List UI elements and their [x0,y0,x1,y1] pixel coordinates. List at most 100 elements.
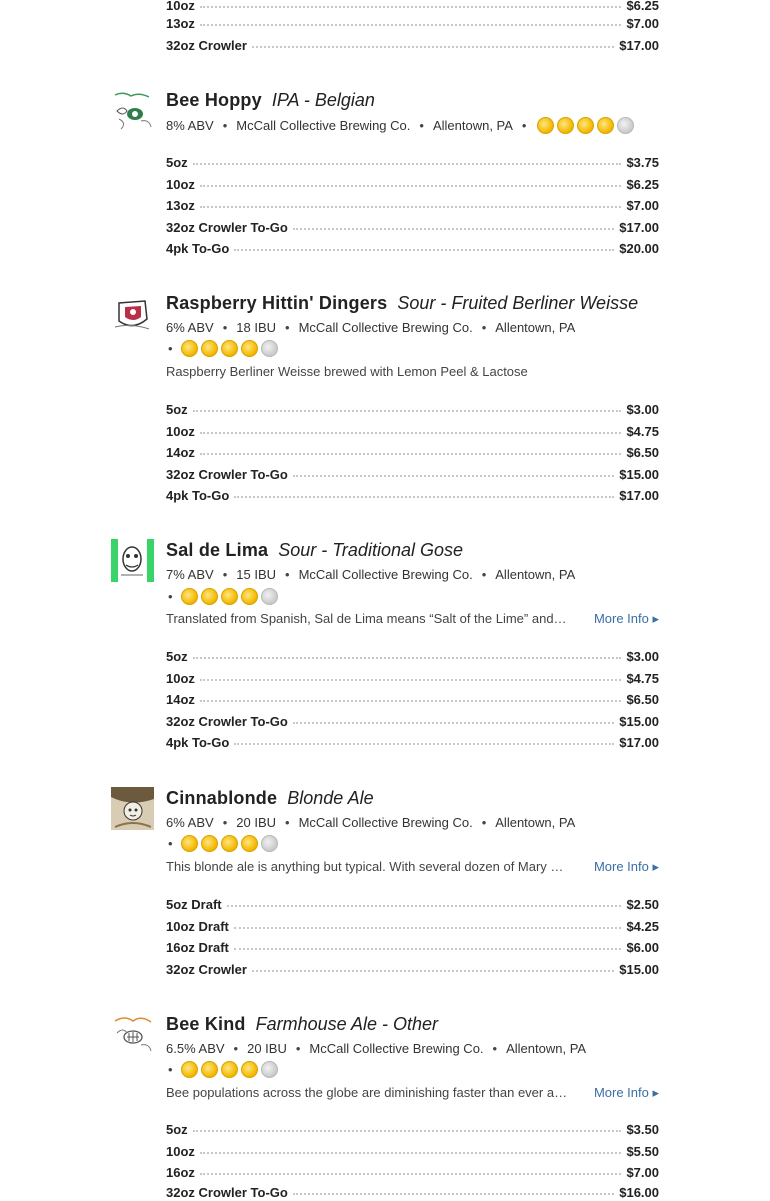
rating [180,835,278,852]
leader-dots [199,1152,622,1154]
beer-label-image[interactable] [111,539,154,582]
rating [180,340,278,357]
rating-line: • [166,835,278,852]
beer-style: Farmhouse Ale - Other [255,1014,439,1034]
rating-coin-full-icon [597,117,615,134]
price-value: $15.00 [619,713,659,729]
rating-line: • [166,1061,278,1078]
more-info-link[interactable]: More Info ▸ [594,1085,659,1101]
brewery-location: Allentown, PA [495,567,576,582]
rating-coin-full-icon [240,588,258,605]
price-value: $6.25 [626,176,659,192]
beer-header: Bee Hoppy IPA - Belgian [166,90,375,111]
price-row: 4pk To-Go $20.00 [166,239,659,257]
raspberry-label-icon [111,293,154,336]
rating-coin-full-icon [200,340,218,357]
rating-coin-full-icon [180,588,198,605]
more-info-link[interactable]: More Info ▸ [594,859,659,875]
price-row: 4pk To-Go $17.00 [166,486,659,504]
price-size: 5oz Draft [166,896,222,912]
rating-line: • [166,340,278,357]
abv: 6.5% ABV [166,1041,225,1056]
beer-label-image[interactable] [111,1013,154,1056]
brewery-location: Allentown, PA [495,815,576,830]
brewery-name: McCall Collective Brewing Co. [236,118,411,133]
price-size: 10oz [166,423,195,439]
beer-label-image[interactable] [111,293,154,336]
rating [180,588,278,605]
beer-style: IPA - Belgian [271,90,375,110]
price-size: 10oz [166,0,195,13]
beer-name[interactable]: Raspberry Hittin' Dingers [166,293,387,314]
beer-name[interactable]: Bee Hoppy [166,90,262,111]
price-row: 10oz $4.75 [166,422,659,440]
rating-coin-full-icon [180,1061,198,1078]
rating-coin-full-icon [220,588,238,605]
price-row: 16oz $7.00 [166,1163,659,1181]
rating-line: • [166,588,278,605]
rating-coin-full-icon [220,340,238,357]
price-value: $15.00 [619,961,659,977]
price-size: 10oz [166,1143,195,1159]
price-value: $7.00 [626,1164,659,1180]
leader-dots [234,743,615,745]
price-size: 32oz Crowler [166,961,247,977]
beer-meta: 8% ABV • McCall Collective Brewing Co. •… [166,117,635,134]
price-size: 32oz Crowler To-Go [166,466,288,482]
brewery-location: Allentown, PA [495,320,576,335]
price-value: $17.00 [619,487,659,503]
cinnablonde-label-icon [111,787,154,830]
ibu: 18 IBU [236,320,277,335]
price-row: 5oz Draft $2.50 [166,895,659,913]
beer-name[interactable]: Bee Kind [166,1014,246,1035]
price-size: 10oz [166,670,195,686]
beer-label-image[interactable] [111,89,154,132]
beer-label-image[interactable] [111,787,154,830]
leader-dots [199,679,622,681]
price-row: 14oz $6.50 [166,690,659,708]
more-info-link[interactable]: More Info ▸ [594,611,659,627]
price-row: 10oz $4.75 [166,669,659,687]
ibu: 20 IBU [236,815,277,830]
price-value: $6.00 [626,939,659,955]
leader-dots [192,1130,622,1132]
price-value: $3.00 [626,401,659,417]
price-row: 5oz $3.75 [166,153,659,171]
brewery-location: Allentown, PA [506,1041,587,1056]
rating [537,117,635,134]
leader-dots [192,410,622,412]
leader-dots [199,206,622,208]
price-size: 4pk To-Go [166,487,230,503]
beer-description: Raspberry Berliner Weisse brewed with Le… [166,364,659,379]
leader-dots [192,657,622,659]
price-value: $17.00 [619,219,659,235]
beer-header: Raspberry Hittin' Dingers Sour - Fruited… [166,293,638,314]
price-row: 10oz $6.25 [166,175,659,193]
rating-coin-empty-icon [260,588,278,605]
price-row: 32oz Crowler To-Go $15.00 [166,465,659,483]
price-value: $3.00 [626,648,659,664]
rating-coin-full-icon [180,835,198,852]
price-value: $4.75 [626,423,659,439]
beer-name[interactable]: Sal de Lima [166,540,268,561]
rating-coin-empty-icon [260,835,278,852]
price-row: 13oz $7.00 [166,14,659,32]
leader-dots [292,228,615,230]
beer-name[interactable]: Cinnablonde [166,788,277,809]
price-row: 5oz $3.00 [166,647,659,665]
price-size: 5oz [166,648,188,664]
price-size: 5oz [166,1121,188,1137]
price-value: $4.75 [626,670,659,686]
description-text: Raspberry Berliner Weisse brewed with Le… [166,364,528,379]
price-value: $17.00 [619,734,659,750]
price-row: 10oz $5.50 [166,1142,659,1160]
beer-meta: 6% ABV • 20 IBU • McCall Collective Brew… [166,815,576,830]
price-value: $6.50 [626,691,659,707]
leader-dots [199,453,622,455]
leader-dots [226,905,622,907]
rating-coin-empty-icon [617,117,635,134]
rating-coin-empty-icon [260,340,278,357]
rating-coin-full-icon [220,1061,238,1078]
leader-dots [292,475,615,477]
price-size: 5oz [166,154,188,170]
